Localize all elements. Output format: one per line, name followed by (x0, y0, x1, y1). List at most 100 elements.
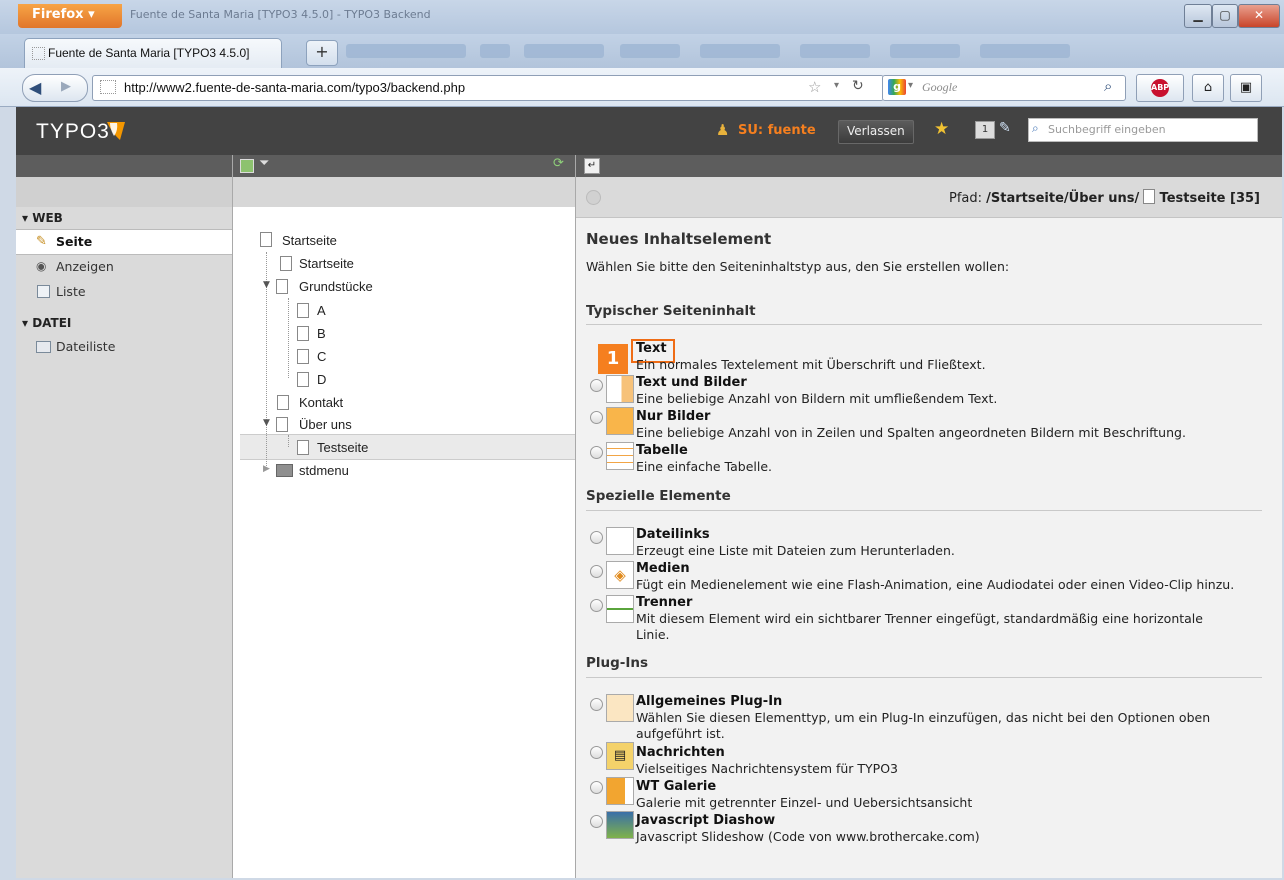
section-heading: Spezielle Elemente (586, 488, 731, 504)
module-menu-header (16, 155, 232, 177)
element-desc: Galerie mit getrennter Einzel- und Ueber… (636, 795, 973, 810)
reload-icon[interactable]: ↻ (852, 78, 864, 94)
content-toolbar (576, 155, 1282, 177)
background-tab[interactable] (700, 44, 780, 58)
element-title-dateilinks[interactable]: Dateilinks (636, 527, 710, 542)
site-identity-icon[interactable] (100, 80, 116, 94)
background-tab[interactable] (480, 44, 510, 58)
element-title-wt-galerie[interactable]: WT Galerie (636, 779, 716, 794)
new-page-icon[interactable] (240, 159, 254, 173)
tree-item[interactable]: Kontakt (299, 395, 343, 410)
radio-tabelle[interactable] (590, 446, 603, 459)
history-dropdown-icon[interactable]: ▾ (834, 80, 839, 91)
close-icon[interactable]: ✕ (1238, 4, 1280, 28)
web-search-box[interactable] (882, 75, 1126, 101)
radio-medien[interactable] (590, 565, 603, 578)
element-title-trenner[interactable]: Trenner (636, 595, 692, 610)
background-tab[interactable] (980, 44, 1070, 58)
divider-element-icon (606, 595, 634, 623)
back-forward-buttons[interactable]: ◀ ▶ (22, 74, 88, 102)
folder-icon (276, 464, 293, 477)
section-heading: Plug-Ins (586, 655, 649, 671)
filter-icon[interactable]: ⏷ (259, 156, 269, 171)
search-icon[interactable]: ⌕ (1104, 77, 1112, 95)
element-title-javascript-diashow[interactable]: Javascript Diashow (636, 813, 775, 828)
radio-allgemeines-plugin[interactable] (590, 698, 603, 711)
folder-list-icon (36, 341, 51, 353)
background-tab[interactable] (620, 44, 680, 58)
verlassen-button[interactable]: Verlassen (838, 120, 914, 144)
adblock-button[interactable]: ABP (1136, 74, 1184, 102)
edit-notes-icon[interactable]: ✎ (999, 120, 1011, 136)
new-tab-button[interactable]: + (306, 40, 338, 66)
radio-wt-galerie[interactable] (590, 781, 603, 794)
shortcut-page-icon (280, 256, 292, 271)
module-item-anzeigen[interactable]: Anzeigen (56, 259, 114, 274)
edit-page-icon: ✎ (36, 234, 47, 249)
radio-javascript-diashow[interactable] (590, 815, 603, 828)
tree-item[interactable]: A (317, 303, 326, 318)
maximize-icon[interactable]: ▢ (1212, 4, 1238, 28)
element-desc: Erzeugt eine Liste mit Dateien zum Herun… (636, 543, 955, 558)
home-button[interactable]: ⌂ (1192, 74, 1224, 102)
element-title-nachrichten[interactable]: Nachrichten (636, 745, 725, 760)
collapse-toggle-icon[interactable]: ▼ (263, 418, 270, 428)
element-desc-continued: Linie. (636, 627, 670, 642)
background-tab[interactable] (524, 44, 604, 58)
radio-nur-bilder[interactable] (590, 411, 603, 424)
bookmark-star-icon[interactable]: ☆ (808, 78, 821, 96)
tree-item[interactable]: Über uns (299, 417, 352, 432)
tree-item[interactable]: D (317, 372, 326, 387)
radio-text-und-bilder[interactable] (590, 379, 603, 392)
section-heading: Typischer Seiteninhalt (586, 303, 756, 319)
page-icon (297, 303, 309, 318)
radio-trenner[interactable] (590, 599, 603, 612)
element-title-tabelle[interactable]: Tabelle (636, 443, 688, 458)
url-text[interactable]: http://www2.fuente-de-santa-maria.com/ty… (124, 80, 465, 95)
media-icon: ◈ (606, 561, 634, 589)
background-tab[interactable] (346, 44, 466, 58)
radio-dateilinks[interactable] (590, 531, 603, 544)
page-icon (260, 232, 272, 247)
firefox-menu-button[interactable]: Firefox ▾ (18, 4, 122, 28)
tree-item[interactable]: B (317, 326, 326, 341)
engine-dropdown-icon[interactable]: ▾ (908, 80, 913, 91)
tree-selection-highlight (240, 434, 575, 460)
module-group-web[interactable]: ▾ WEB (22, 211, 63, 225)
tree-item[interactable]: C (317, 349, 326, 364)
tree-item[interactable]: Grundstücke (299, 279, 373, 294)
forward-icon[interactable]: ▶ (61, 79, 71, 94)
tree-item[interactable]: Startseite (282, 233, 337, 248)
view-eye-icon: ◉ (36, 259, 47, 273)
element-desc: Eine beliebige Anzahl von in Zeilen und … (636, 425, 1186, 440)
element-title-text-und-bilder[interactable]: Text und Bilder (636, 375, 747, 390)
task-center-icon[interactable]: 1 (975, 121, 995, 139)
module-item-seite[interactable]: Seite (56, 234, 92, 249)
page-icon (277, 395, 289, 410)
refresh-icon[interactable]: ⟳ (553, 156, 564, 171)
adblock-icon: ABP (1151, 78, 1169, 97)
back-icon[interactable]: ↵ (584, 158, 600, 174)
element-title-medien[interactable]: Medien (636, 561, 690, 576)
collapse-toggle-icon[interactable]: ▼ (263, 280, 270, 290)
tree-item[interactable]: Startseite (299, 256, 354, 271)
module-item-liste[interactable]: Liste (56, 284, 86, 299)
background-tab[interactable] (890, 44, 960, 58)
radio-nachrichten[interactable] (590, 746, 603, 759)
background-tab[interactable] (800, 44, 870, 58)
back-icon[interactable]: ◀ (29, 78, 41, 97)
module-item-dateiliste[interactable]: Dateiliste (56, 339, 115, 354)
element-title-nur-bilder[interactable]: Nur Bilder (636, 409, 710, 424)
expand-toggle-icon[interactable]: ▶ (263, 464, 270, 474)
tree-item[interactable]: stdmenu (299, 463, 349, 478)
help-icon[interactable] (586, 190, 601, 205)
tab-title: Fuente de Santa Maria [TYPO3 4.5.0] (48, 46, 250, 60)
tree-item-selected[interactable]: Testseite (317, 440, 368, 455)
minimize-icon[interactable]: ▁ (1184, 4, 1212, 28)
bookmark-star-icon[interactable]: ★ (934, 119, 949, 139)
news-icon: ▤ (606, 742, 634, 770)
module-group-datei[interactable]: ▾ DATEI (22, 316, 71, 330)
google-engine-icon[interactable]: g (888, 79, 906, 95)
bookmarks-button[interactable]: ▣ (1230, 74, 1262, 102)
element-title-allgemeines-plugin[interactable]: Allgemeines Plug-In (636, 694, 782, 709)
